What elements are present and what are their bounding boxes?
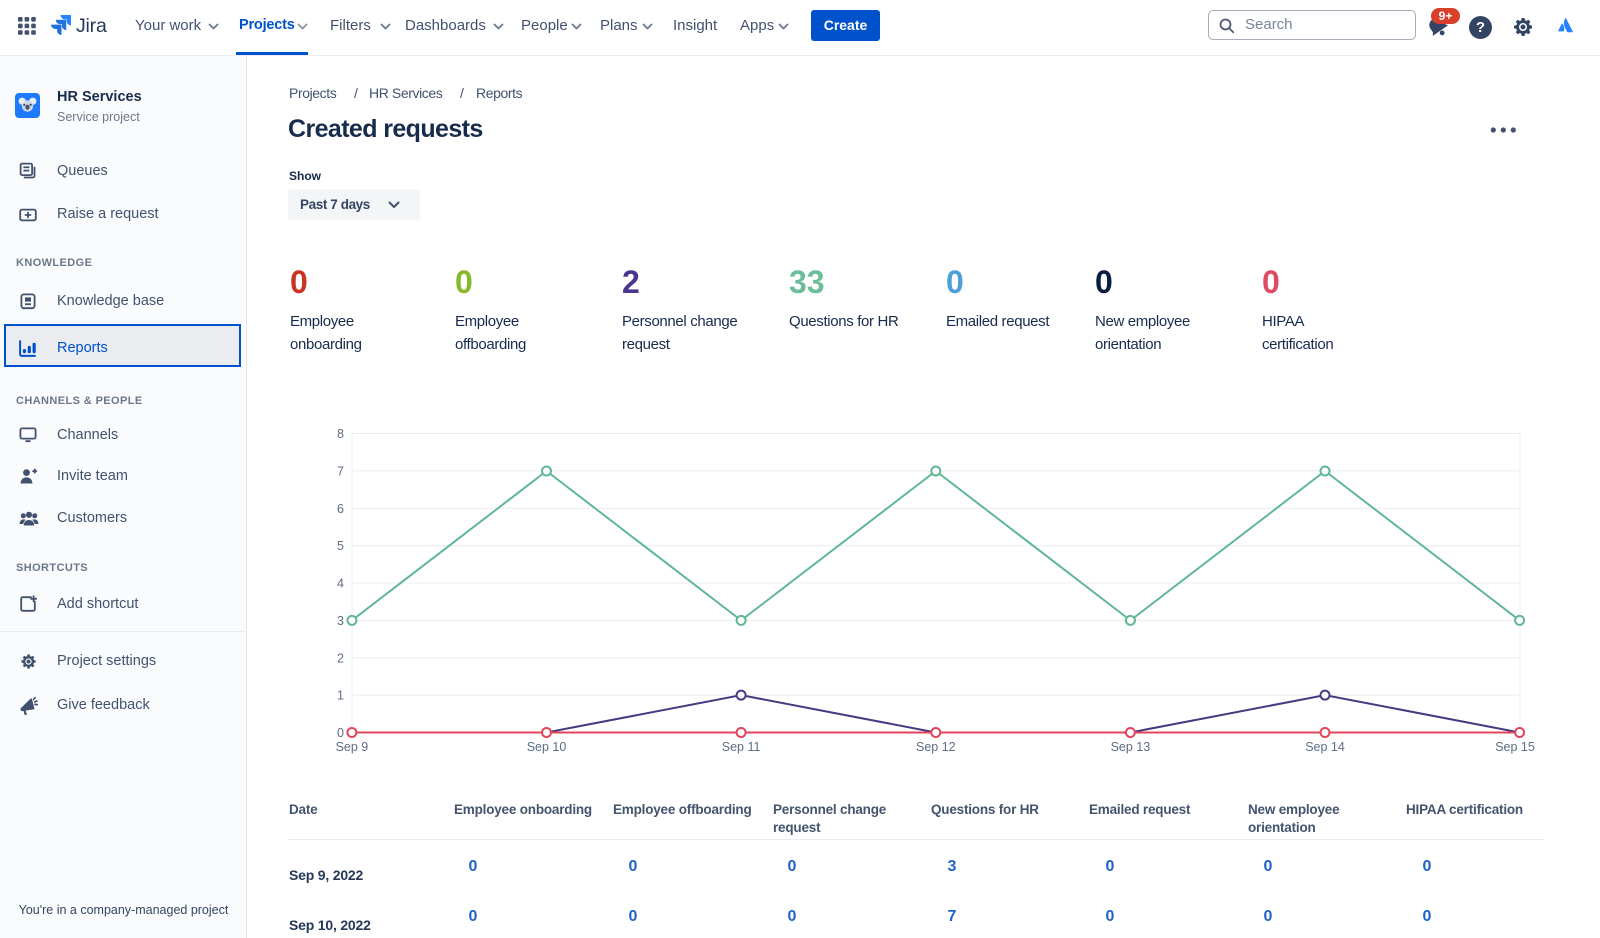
- svg-text:Sep 15: Sep 15: [1495, 740, 1535, 754]
- svg-text:6: 6: [337, 502, 344, 516]
- svg-text:Sep 10: Sep 10: [527, 740, 567, 754]
- svg-text:1: 1: [337, 689, 344, 703]
- svg-text:2: 2: [337, 651, 344, 665]
- svg-text:3: 3: [337, 614, 344, 628]
- svg-text:Sep 11: Sep 11: [722, 740, 761, 754]
- svg-text:Sep 13: Sep 13: [1111, 740, 1151, 754]
- svg-text:Sep 14: Sep 14: [1305, 740, 1345, 754]
- svg-text:4: 4: [337, 577, 344, 591]
- svg-text:Sep 9: Sep 9: [336, 740, 369, 754]
- svg-text:8: 8: [337, 427, 344, 441]
- svg-text:Sep 12: Sep 12: [916, 740, 956, 754]
- svg-text:5: 5: [337, 539, 344, 553]
- svg-text:0: 0: [337, 726, 344, 740]
- svg-text:7: 7: [337, 464, 344, 478]
